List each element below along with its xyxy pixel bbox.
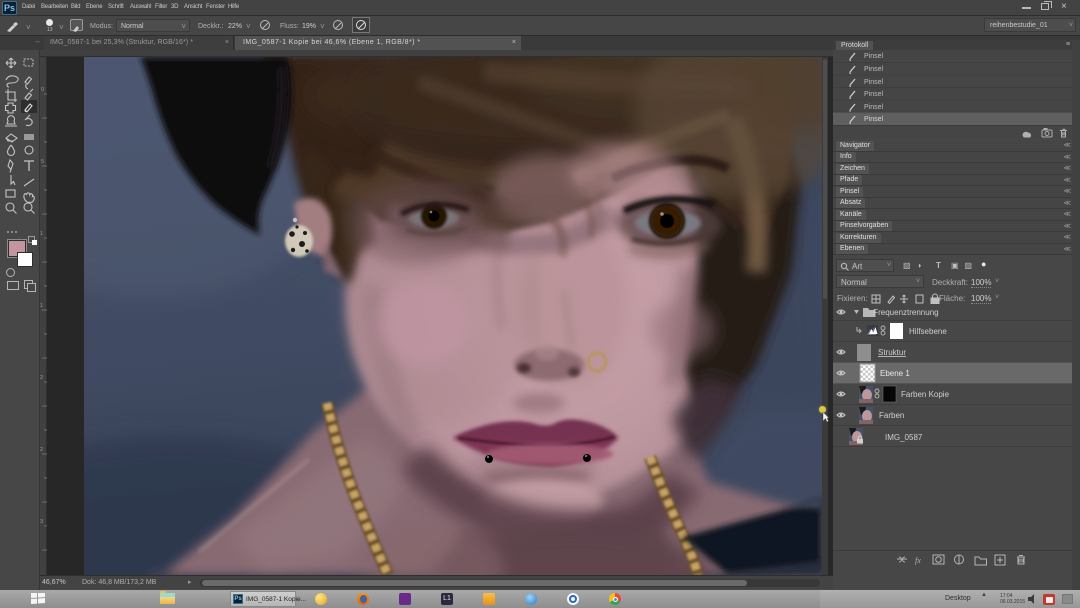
svg-text:Struktur: Struktur: [878, 348, 906, 357]
svg-text:Pinsel: Pinsel: [864, 79, 884, 86]
svg-text:5: 5: [41, 159, 44, 165]
svg-text:2: 2: [40, 375, 43, 381]
svg-text:1: 1: [40, 303, 43, 309]
svg-text:Farben Kopie: Farben Kopie: [901, 390, 950, 399]
svg-text:Frequenztrennung: Frequenztrennung: [871, 308, 939, 317]
svg-text:0: 0: [41, 87, 44, 93]
svg-text:3: 3: [40, 519, 43, 525]
svg-text:Hilfsebene: Hilfsebene: [909, 327, 947, 336]
svg-text:Pinsel: Pinsel: [864, 66, 884, 73]
svg-text:Pinsel: Pinsel: [864, 53, 884, 60]
svg-text:IMG_0587: IMG_0587: [885, 433, 923, 442]
svg-text:Pinsel: Pinsel: [864, 91, 884, 98]
svg-text:Ebene 1: Ebene 1: [880, 369, 910, 378]
svg-text:1: 1: [40, 231, 43, 237]
svg-text:fx: fx: [915, 556, 921, 565]
svg-text:2: 2: [40, 447, 43, 453]
svg-text:Pinsel: Pinsel: [864, 116, 884, 123]
svg-text:Farben: Farben: [879, 411, 904, 420]
svg-text:Pinsel: Pinsel: [864, 104, 884, 111]
